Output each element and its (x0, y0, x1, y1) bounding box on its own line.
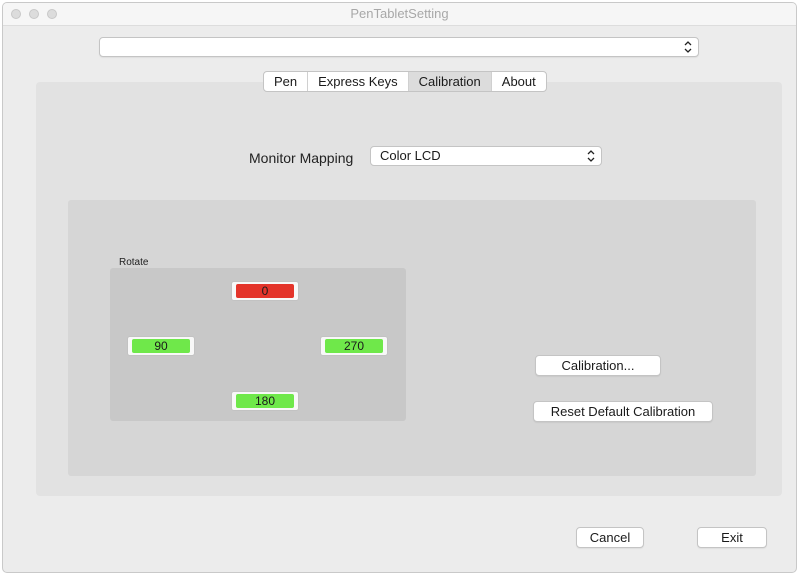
rotate-90-button[interactable]: 90 (127, 336, 195, 356)
title-bar: PenTabletSetting (3, 3, 796, 26)
rotate-0-button[interactable]: 0 (231, 281, 299, 301)
rotate-90-label: 90 (132, 339, 190, 353)
rotate-180-label: 180 (236, 394, 294, 408)
rotate-180-button[interactable]: 180 (231, 391, 299, 411)
tab-pen[interactable]: Pen (264, 72, 309, 91)
rotate-0-label: 0 (236, 284, 294, 298)
rotate-270-button[interactable]: 270 (320, 336, 388, 356)
window-title: PenTabletSetting (350, 6, 449, 21)
tab-bar: Pen Express Keys Calibration About (263, 71, 547, 92)
tab-about[interactable]: About (492, 72, 546, 91)
updown-chevron-icon (587, 150, 595, 162)
calibration-button[interactable]: Calibration... (535, 355, 661, 376)
rotate-label: Rotate (119, 257, 149, 268)
updown-chevron-icon (684, 41, 692, 53)
tab-calibration[interactable]: Calibration (408, 72, 492, 91)
reset-default-calibration-button[interactable]: Reset Default Calibration (533, 401, 713, 422)
cancel-button[interactable]: Cancel (576, 527, 644, 548)
monitor-mapping-select[interactable]: Color LCD (370, 146, 602, 166)
exit-button[interactable]: Exit (697, 527, 767, 548)
tab-express-keys[interactable]: Express Keys (308, 72, 409, 91)
rotate-270-label: 270 (325, 339, 383, 353)
device-select[interactable] (99, 37, 699, 57)
monitor-mapping-value: Color LCD (380, 148, 441, 163)
monitor-mapping-label: Monitor Mapping (249, 150, 354, 166)
